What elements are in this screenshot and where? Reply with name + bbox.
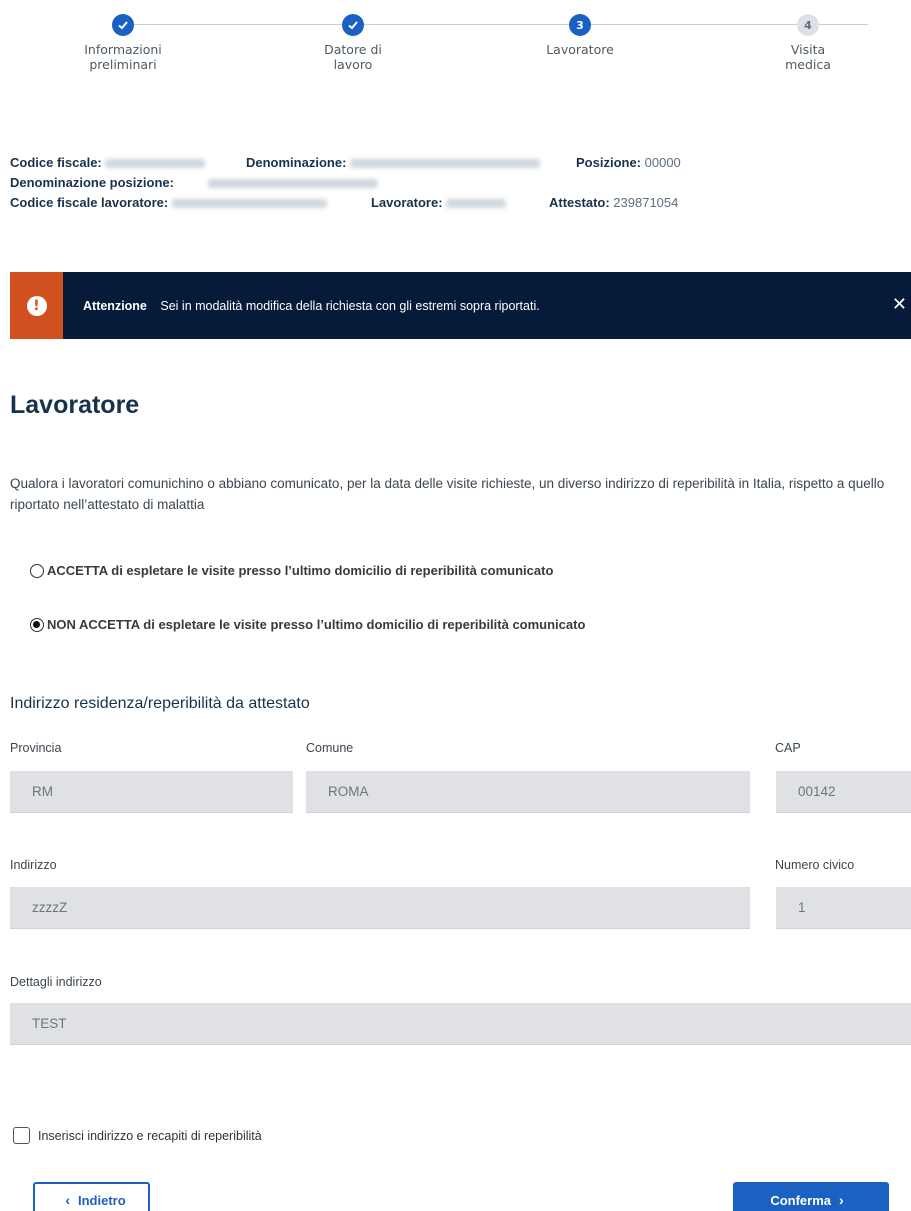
summary-attestato: Attestato: 239871054: [549, 195, 679, 210]
indirizzo-field[interactable]: zzzzZ: [10, 887, 750, 929]
radio-accetta[interactable]: ACCETTA di espletare le visite presso l’…: [30, 563, 553, 578]
confirm-button-label: Conferma: [770, 1192, 831, 1208]
step-label: Lavoratore: [546, 42, 614, 57]
provincia-field[interactable]: RM: [10, 771, 293, 813]
radio-button-selected[interactable]: [30, 617, 44, 632]
summary-codice-fiscale: Codice fiscale:: [10, 155, 206, 170]
summary-codice-fiscale-lavoratore: Codice fiscale lavoratore:: [10, 195, 327, 210]
alert-icon-box: !: [10, 272, 63, 339]
checkbox-label: Inserisci indirizzo e recapiti di reperi…: [38, 1128, 262, 1143]
cap-label: CAP: [775, 741, 801, 755]
exclamation-icon: !: [26, 295, 47, 316]
provincia-label: Provincia: [10, 741, 62, 755]
dettagli-label: Dettagli indirizzo: [10, 975, 102, 989]
page-title: Lavoratore: [10, 391, 140, 419]
step-label: Informazioni preliminari: [84, 42, 162, 72]
redacted-value: [350, 159, 541, 169]
redacted-value: [105, 159, 206, 169]
radio-label: ACCETTA di espletare le visite presso l’…: [47, 563, 554, 578]
step-check-icon: [112, 14, 134, 36]
confirm-button[interactable]: Conferma ›: [733, 1182, 889, 1211]
step-datore-di-lavoro: Datore di lavoro: [273, 14, 433, 72]
step-informazioni-preliminari: Informazioni preliminari: [43, 14, 203, 72]
alert-text: Attenzione Sei in modalità modifica dell…: [83, 299, 540, 313]
redacted-value: [446, 199, 507, 209]
chevron-right-icon: ›: [839, 1192, 844, 1208]
radio-button[interactable]: [30, 563, 44, 578]
alert-message: Sei in modalità modifica della richiesta…: [160, 298, 540, 313]
chevron-left-icon: ‹: [65, 1192, 70, 1208]
section-intro: Qualora i lavoratori comunichino o abbia…: [10, 476, 885, 512]
step-check-icon: [342, 14, 364, 36]
step-number: 4: [797, 14, 819, 36]
summary-lavoratore: Lavoratore:: [371, 195, 507, 210]
dettagli-field[interactable]: TEST: [10, 1003, 911, 1045]
step-label: Datore di lavoro: [324, 42, 382, 72]
redacted-value: [207, 179, 378, 189]
checkbox[interactable]: [13, 1127, 30, 1144]
address-section-title: Indirizzo residenza/reperibilità da atte…: [10, 695, 310, 712]
civico-label: Numero civico: [775, 858, 855, 872]
alert-banner: ! Attenzione Sei in modalità modifica de…: [10, 272, 911, 339]
comune-field[interactable]: ROMA: [306, 771, 750, 813]
redacted-value: [171, 199, 327, 209]
radio-label: NON ACCETTA di espletare le visite press…: [47, 617, 586, 632]
indirizzo-label: Indirizzo: [10, 858, 57, 872]
summary-denominazione: Denominazione:: [246, 155, 541, 170]
step-number: 3: [569, 14, 591, 36]
close-icon[interactable]: ✕: [892, 294, 907, 315]
step-lavoratore: 3 Lavoratore: [500, 14, 660, 57]
reperibilita-checkbox-row[interactable]: Inserisci indirizzo e recapiti di reperi…: [13, 1127, 262, 1144]
alert-title: Attenzione: [83, 298, 147, 313]
radio-non-accetta[interactable]: NON ACCETTA di espletare le visite press…: [30, 617, 585, 632]
cap-field[interactable]: 00142: [776, 771, 911, 813]
comune-label: Comune: [306, 741, 354, 755]
summary-posizione: Posizione: 00000: [576, 155, 681, 170]
step-label: Visita medica: [785, 42, 831, 72]
back-button[interactable]: ‹ Indietro: [33, 1182, 150, 1211]
summary-denominazione-posizione: Denominazione posizione:: [10, 175, 378, 190]
step-visita-medica: 4 Visita medica: [728, 14, 888, 72]
request-summary: Codice fiscale: Denominazione: Posizione…: [10, 155, 910, 215]
stepper: Informazioni preliminari Datore di lavoro …: [0, 0, 911, 110]
civico-field[interactable]: 1: [776, 887, 911, 929]
back-button-label: Indietro: [78, 1192, 126, 1208]
